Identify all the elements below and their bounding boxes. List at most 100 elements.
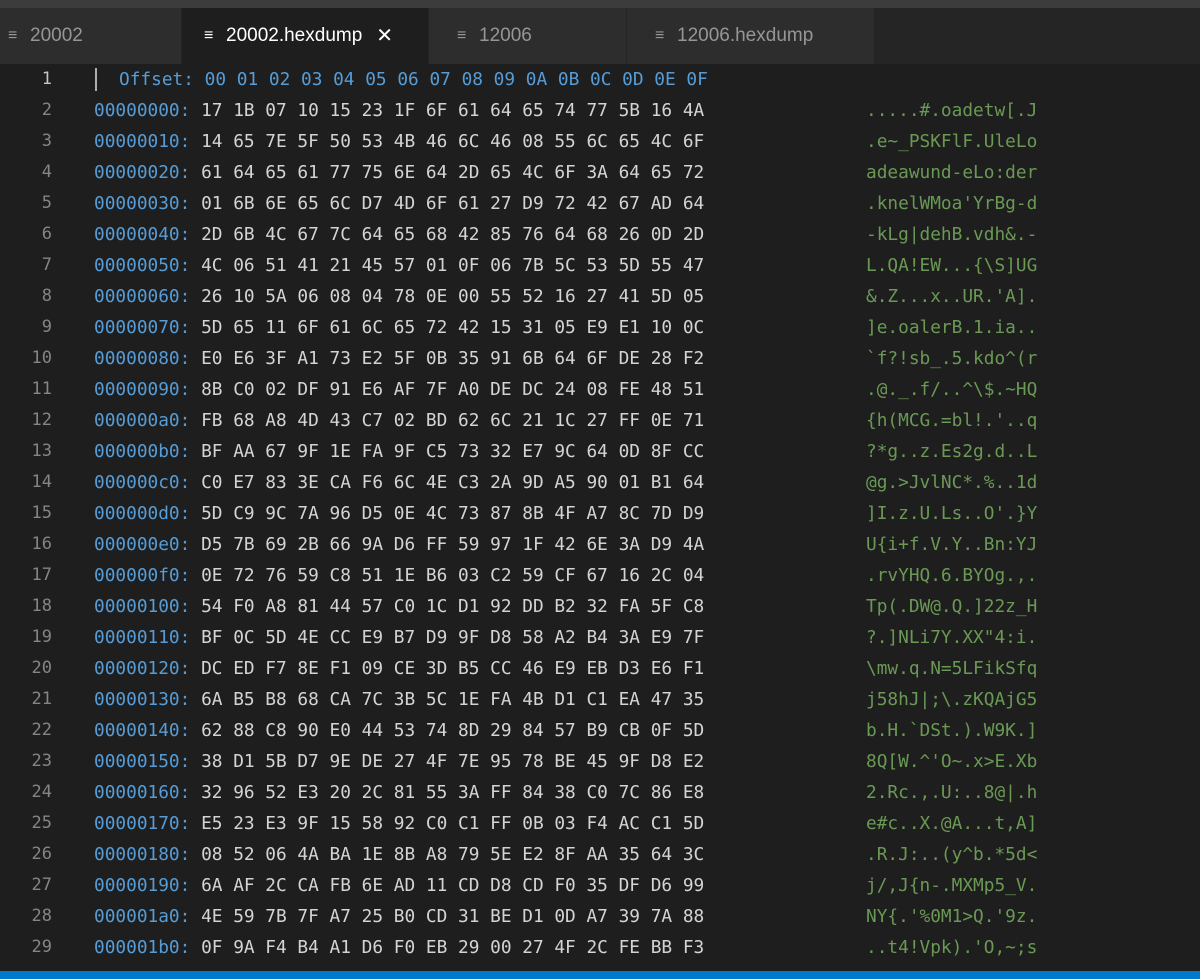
row-bytes: 08 52 06 4A BA 1E 8B A8 79 5E E2 8F AA 3… — [201, 844, 705, 865]
hex-row: 00000140: 62 88 C8 90 E0 44 53 74 8D 29 … — [94, 715, 704, 746]
line-number: 26 — [31, 844, 52, 864]
hex-line[interactable]: 7 00000050: 4C 06 51 41 21 45 57 01 0F 06… — [0, 250, 1200, 281]
row-bytes: 2D 6B 4C 67 7C 64 65 68 42 85 76 64 68 2… — [201, 224, 705, 245]
hex-line[interactable]: 23 00000150: 38 D1 5B D7 9E DE 27 4F 7E 9… — [0, 746, 1200, 777]
hex-line[interactable]: 14 000000c0: C0 E7 83 3E CA F6 6C 4E C3 2… — [0, 467, 1200, 498]
row-offset: 00000050: — [94, 255, 191, 276]
hex-line[interactable]: 21 00000130: 6A B5 B8 68 CA 7C 3B 5C 1E F… — [0, 684, 1200, 715]
hex-row: 00000130: 6A B5 B8 68 CA 7C 3B 5C 1E FA … — [94, 684, 704, 715]
hex-line[interactable]: 12 000000a0: FB 68 A8 4D 43 C7 02 BD 62 6… — [0, 405, 1200, 436]
row-ascii: ]I.z.U.Ls..O'.}Y — [866, 503, 1038, 524]
row-bytes: 62 88 C8 90 E0 44 53 74 8D 29 84 57 B9 C… — [201, 720, 705, 741]
row-ascii: NY{.'%0M1>Q.'9z. — [866, 906, 1038, 927]
row-bytes: E0 E6 3F A1 73 E2 5F 0B 35 91 6B 64 6F D… — [201, 348, 705, 369]
row-ascii: j58hJ|;\.zKQAjG5 — [866, 689, 1038, 710]
line-number: 11 — [31, 379, 52, 399]
hex-row: 00000040: 2D 6B 4C 67 7C 64 65 68 42 85 … — [94, 219, 704, 250]
hex-line[interactable]: 29 000001b0: 0F 9A F4 B4 A1 D6 F0 EB 29 0… — [0, 932, 1200, 963]
hex-line[interactable]: 2 00000000: 17 1B 07 10 15 23 1F 6F 61 64… — [0, 95, 1200, 126]
row-bytes: 32 96 52 E3 20 2C 81 55 3A FF 84 38 C0 7… — [201, 782, 705, 803]
hex-line[interactable]: 8 00000060: 26 10 5A 06 08 04 78 0E 00 55… — [0, 281, 1200, 312]
line-number: 8 — [41, 286, 52, 306]
tab-12006[interactable]: ≡ 12006 — [429, 8, 627, 64]
hex-line[interactable]: 17 000000f0: 0E 72 76 59 C8 51 1E B6 03 C… — [0, 560, 1200, 591]
row-offset: 00000140: — [94, 720, 191, 741]
hex-row: 000000e0: D5 7B 69 2B 66 9A D6 FF 59 97 … — [94, 529, 704, 560]
lines-icon: ≡ — [457, 27, 467, 44]
hex-line[interactable]: 15 000000d0: 5D C9 9C 7A 96 D5 0E 4C 73 8… — [0, 498, 1200, 529]
hex-line[interactable]: 28 000001a0: 4E 59 7B 7F A7 25 B0 CD 31 B… — [0, 901, 1200, 932]
row-offset: 000000c0: — [94, 472, 191, 493]
line-number: 17 — [31, 565, 52, 585]
hex-line[interactable]: 20 00000120: DC ED F7 8E F1 09 CE 3D B5 C… — [0, 653, 1200, 684]
hex-row: 00000080: E0 E6 3F A1 73 E2 5F 0B 35 91 … — [94, 343, 704, 374]
row-bytes: 54 F0 A8 81 44 57 C0 1C D1 92 DD B2 32 F… — [201, 596, 705, 617]
row-bytes: 5D C9 9C 7A 96 D5 0E 4C 73 87 8B 4F A7 8… — [201, 503, 705, 524]
tab-label: 12006.hexdump — [677, 25, 814, 46]
header-line[interactable]: 1 Offset: 00 01 02 03 04 05 06 07 08 09 … — [0, 64, 1200, 95]
hex-line[interactable]: 18 00000100: 54 F0 A8 81 44 57 C0 1C D1 9… — [0, 591, 1200, 622]
row-ascii: \mw.q.N=5LFikSfq — [866, 658, 1038, 679]
row-ascii: @g.>JvlNC*.%..1d — [866, 472, 1038, 493]
row-ascii: ?*g..z.Es2g.d..L — [866, 441, 1038, 462]
row-bytes: 38 D1 5B D7 9E DE 27 4F 7E 95 78 BE 45 9… — [201, 751, 705, 772]
tab-label: 12006 — [479, 25, 532, 46]
hex-line[interactable]: 5 00000030: 01 6B 6E 65 6C D7 4D 6F 61 27… — [0, 188, 1200, 219]
line-number: 7 — [41, 255, 52, 275]
hex-line[interactable]: 3 00000010: 14 65 7E 5F 50 53 4B 46 6C 46… — [0, 126, 1200, 157]
hex-line[interactable]: 19 00000110: BF 0C 5D 4E CC E9 B7 D9 9F D… — [0, 622, 1200, 653]
hex-line[interactable]: 26 00000180: 08 52 06 4A BA 1E 8B A8 79 5… — [0, 839, 1200, 870]
line-number: 1 — [41, 69, 52, 89]
line-number: 18 — [31, 596, 52, 616]
line-number: 22 — [31, 720, 52, 740]
hex-row: 00000000: 17 1B 07 10 15 23 1F 6F 61 64 … — [94, 95, 704, 126]
hex-line[interactable]: 4 00000020: 61 64 65 61 77 75 6E 64 2D 65… — [0, 157, 1200, 188]
row-offset: 00000100: — [94, 596, 191, 617]
hex-line[interactable]: 24 00000160: 32 96 52 E3 20 2C 81 55 3A F… — [0, 777, 1200, 808]
row-offset: 00000180: — [94, 844, 191, 865]
row-ascii: ]e.oalerB.1.ia.. — [866, 317, 1038, 338]
hex-row: 000000f0: 0E 72 76 59 C8 51 1E B6 03 C2 … — [94, 560, 704, 591]
row-ascii: .R.J:..(y^b.*5d< — [866, 844, 1038, 865]
row-bytes: 4E 59 7B 7F A7 25 B0 CD 31 BE D1 0D A7 3… — [201, 906, 705, 927]
hexdump-editor[interactable]: 1 Offset: 00 01 02 03 04 05 06 07 08 09 … — [0, 64, 1200, 971]
hex-row: 00000110: BF 0C 5D 4E CC E9 B7 D9 9F D8 … — [94, 622, 704, 653]
hex-row: 00000020: 61 64 65 61 77 75 6E 64 2D 65 … — [94, 157, 704, 188]
hex-row: 000000a0: FB 68 A8 4D 43 C7 02 BD 62 6C … — [94, 405, 704, 436]
tab-20002-hexdump[interactable]: ≡ 20002.hexdump ✕ — [182, 8, 429, 64]
hex-line[interactable]: 10 00000080: E0 E6 3F A1 73 E2 5F 0B 35 9… — [0, 343, 1200, 374]
row-bytes: BF 0C 5D 4E CC E9 B7 D9 9F D8 58 A2 B4 3… — [201, 627, 705, 648]
row-offset: 00000030: — [94, 193, 191, 214]
row-ascii: j/,J{n-.MXMp5_V. — [866, 875, 1038, 896]
row-offset: 000001b0: — [94, 937, 191, 958]
row-bytes: 6A AF 2C CA FB 6E AD 11 CD D8 CD F0 35 D… — [201, 875, 705, 896]
line-number: 12 — [31, 410, 52, 430]
hex-row: 000000b0: BF AA 67 9F 1E FA 9F C5 73 32 … — [94, 436, 704, 467]
close-icon[interactable]: ✕ — [376, 26, 393, 46]
row-offset: 000000d0: — [94, 503, 191, 524]
line-number: 5 — [41, 193, 52, 213]
tab-12006-hexdump[interactable]: ≡ 12006.hexdump — [627, 8, 875, 64]
row-bytes: 6A B5 B8 68 CA 7C 3B 5C 1E FA 4B D1 C1 E… — [201, 689, 705, 710]
row-bytes: 8B C0 02 DF 91 E6 AF 7F A0 DE DC 24 08 F… — [201, 379, 705, 400]
hex-line[interactable]: 13 000000b0: BF AA 67 9F 1E FA 9F C5 73 3… — [0, 436, 1200, 467]
hex-row: 00000190: 6A AF 2C CA FB 6E AD 11 CD D8 … — [94, 870, 704, 901]
row-bytes: DC ED F7 8E F1 09 CE 3D B5 CC 46 E9 EB D… — [201, 658, 705, 679]
hex-line[interactable]: 25 00000170: E5 23 E3 9F 15 58 92 C0 C1 F… — [0, 808, 1200, 839]
hex-row: 000000c0: C0 E7 83 3E CA F6 6C 4E C3 2A … — [94, 467, 704, 498]
hex-line[interactable]: 11 00000090: 8B C0 02 DF 91 E6 AF 7F A0 D… — [0, 374, 1200, 405]
hex-line[interactable]: 27 00000190: 6A AF 2C CA FB 6E AD 11 CD D… — [0, 870, 1200, 901]
row-bytes: 4C 06 51 41 21 45 57 01 0F 06 7B 5C 53 5… — [201, 255, 705, 276]
row-bytes: D5 7B 69 2B 66 9A D6 FF 59 97 1F 42 6E 3… — [201, 534, 705, 555]
hex-line[interactable]: 16 000000e0: D5 7B 69 2B 66 9A D6 FF 59 9… — [0, 529, 1200, 560]
row-ascii: U{i+f.V.Y..Bn:YJ — [866, 534, 1038, 555]
row-ascii: e#c..X.@A...t,A] — [866, 813, 1038, 834]
hex-line[interactable]: 9 00000070: 5D 65 11 6F 61 6C 65 72 42 15… — [0, 312, 1200, 343]
hex-line[interactable]: 22 00000140: 62 88 C8 90 E0 44 53 74 8D 2… — [0, 715, 1200, 746]
hex-line[interactable]: 6 00000040: 2D 6B 4C 67 7C 64 65 68 42 85… — [0, 219, 1200, 250]
line-number: 10 — [31, 348, 52, 368]
row-bytes: E5 23 E3 9F 15 58 92 C0 C1 FF 0B 03 F4 A… — [201, 813, 705, 834]
lines-icon: ≡ — [204, 27, 214, 44]
tab-20002[interactable]: ≡ 20002 — [0, 8, 182, 64]
row-offset: 00000150: — [94, 751, 191, 772]
